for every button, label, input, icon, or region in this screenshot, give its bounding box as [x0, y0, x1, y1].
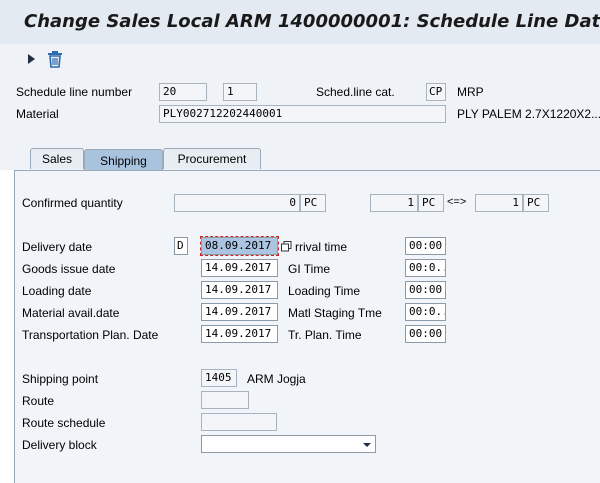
schedule-line-number-label: Schedule line number: [16, 85, 133, 99]
copy-icon: [280, 240, 291, 251]
tab-shipping[interactable]: Shipping: [84, 149, 163, 171]
tab-procurement[interactable]: Procurement: [163, 148, 261, 169]
gi-time-field[interactable]: 00:0...: [405, 259, 446, 277]
loading-time-label: Loading Time: [288, 284, 361, 298]
conversion-right-unit-field[interactable]: PC: [523, 194, 549, 212]
transport-plan-date-label: Transportation Plan. Date: [22, 328, 159, 342]
delivery-date-label: Delivery date: [22, 240, 93, 254]
transport-plan-date-field[interactable]: 14.09.2017: [201, 325, 278, 343]
confirmed-qty-label: Confirmed quantity: [22, 196, 123, 210]
delete-button[interactable]: [44, 47, 66, 71]
schedule-line-sub-field[interactable]: 1: [223, 83, 257, 101]
material-avail-date-label: Material avail.date: [22, 306, 120, 320]
sched-line-cat-desc: MRP: [457, 85, 484, 99]
header-section: Schedule line number 20 1 Sched.line cat…: [0, 74, 600, 130]
conversion-left-field[interactable]: 1: [370, 194, 418, 212]
confirmed-qty-field[interactable]: 0: [174, 194, 300, 212]
route-schedule-label: Route schedule: [22, 416, 106, 430]
loading-date-label: Loading date: [22, 284, 92, 298]
delivery-date-format-field[interactable]: D: [174, 237, 188, 255]
gi-time-label: GI Time: [288, 262, 331, 276]
material-field[interactable]: PLY002712202440001: [159, 105, 446, 123]
conversion-right-field[interactable]: 1: [475, 194, 523, 212]
route-label: Route: [22, 394, 55, 408]
delivery-block-select[interactable]: [201, 435, 376, 453]
shipping-point-field[interactable]: 1405: [201, 369, 237, 387]
tr-plan-time-label: Tr. Plan. Time: [288, 328, 362, 342]
material-desc: PLY PALEM 2.7X1220X2...: [457, 107, 600, 121]
loading-date-field[interactable]: 14.09.2017: [201, 281, 278, 299]
arrival-time-field[interactable]: 00:00: [405, 237, 446, 255]
loading-time-field[interactable]: 00:00: [405, 281, 446, 299]
delivery-block-dropdown[interactable]: [362, 439, 372, 449]
shipping-point-label: Shipping point: [22, 372, 99, 386]
chevron-down-icon: [363, 443, 371, 447]
delivery-date-field[interactable]: 08.09.2017: [200, 236, 279, 256]
delivery-block-label: Delivery block: [22, 438, 97, 452]
sched-line-cat-field[interactable]: CP: [426, 83, 446, 101]
confirmed-qty-unit-field[interactable]: PC: [300, 194, 326, 212]
conversion-symbol: <=>: [447, 196, 467, 208]
calendar-button[interactable]: [279, 238, 293, 254]
tr-plan-time-field[interactable]: 00:00: [405, 325, 446, 343]
arrival-time-label: rrival time: [295, 240, 348, 254]
matl-staging-time-label: Matl Staging Tme: [288, 306, 382, 320]
triangle-right-icon: [28, 54, 35, 64]
route-schedule-field[interactable]: [201, 413, 277, 431]
expand-button[interactable]: [24, 47, 38, 71]
title-bar: Change Sales Local ARM 1400000001: Sched…: [0, 0, 600, 44]
sched-line-cat-label: Sched.line cat.: [316, 85, 395, 99]
goods-issue-date-label: Goods issue date: [22, 262, 116, 276]
toolbar: [0, 44, 600, 74]
shipping-point-desc: ARM Jogja: [247, 372, 306, 386]
schedule-line-number-field[interactable]: 20: [159, 83, 207, 101]
tab-sales[interactable]: Sales: [30, 148, 84, 169]
trash-icon: [48, 50, 62, 68]
conversion-left-unit-field[interactable]: PC: [418, 194, 444, 212]
material-avail-date-field[interactable]: 14.09.2017: [201, 303, 278, 321]
material-label: Material: [16, 107, 59, 121]
page-title: Change Sales Local ARM 1400000001: Sched…: [24, 11, 600, 32]
matl-staging-time-field[interactable]: 00:0...: [405, 303, 446, 321]
goods-issue-date-field[interactable]: 14.09.2017: [201, 259, 278, 277]
route-field[interactable]: [201, 391, 249, 409]
